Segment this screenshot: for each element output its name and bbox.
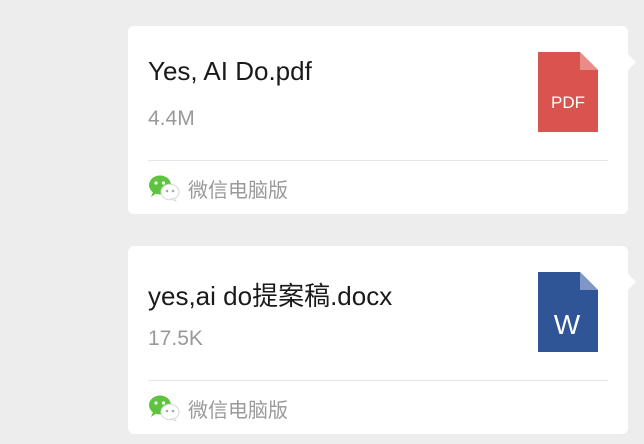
- source-label: 微信电脑版: [188, 399, 288, 422]
- file-message-bubble[interactable]: Yes, AI Do.pdf 4.4M PDF 微信电脑版: [128, 26, 636, 214]
- chat-area: Yes, AI Do.pdf 4.4M PDF 微信电脑版 yes,ai do提…: [0, 0, 644, 444]
- wechat-icon: [149, 395, 180, 422]
- word-file-icon: W: [538, 272, 598, 352]
- file-name: Yes, AI Do.pdf: [148, 56, 312, 86]
- file-type-label: W: [554, 309, 581, 340]
- file-name: yes,ai do提案稿.docx: [148, 281, 393, 311]
- divider: [148, 160, 608, 161]
- file-type-label: PDF: [551, 93, 585, 112]
- file-size: 4.4M: [148, 107, 195, 130]
- wechat-icon: [149, 175, 180, 202]
- source-label: 微信电脑版: [188, 179, 288, 202]
- source-row: 微信电脑版: [148, 394, 288, 422]
- bubble-tail: [628, 274, 636, 290]
- file-size: 17.5K: [148, 327, 203, 350]
- file-message-bubble[interactable]: yes,ai do提案稿.docx 17.5K W 微信电脑版: [128, 246, 636, 434]
- source-row: 微信电脑版: [148, 174, 288, 202]
- divider: [148, 380, 608, 381]
- pdf-file-icon: PDF: [538, 52, 598, 132]
- bubble-tail: [628, 54, 636, 70]
